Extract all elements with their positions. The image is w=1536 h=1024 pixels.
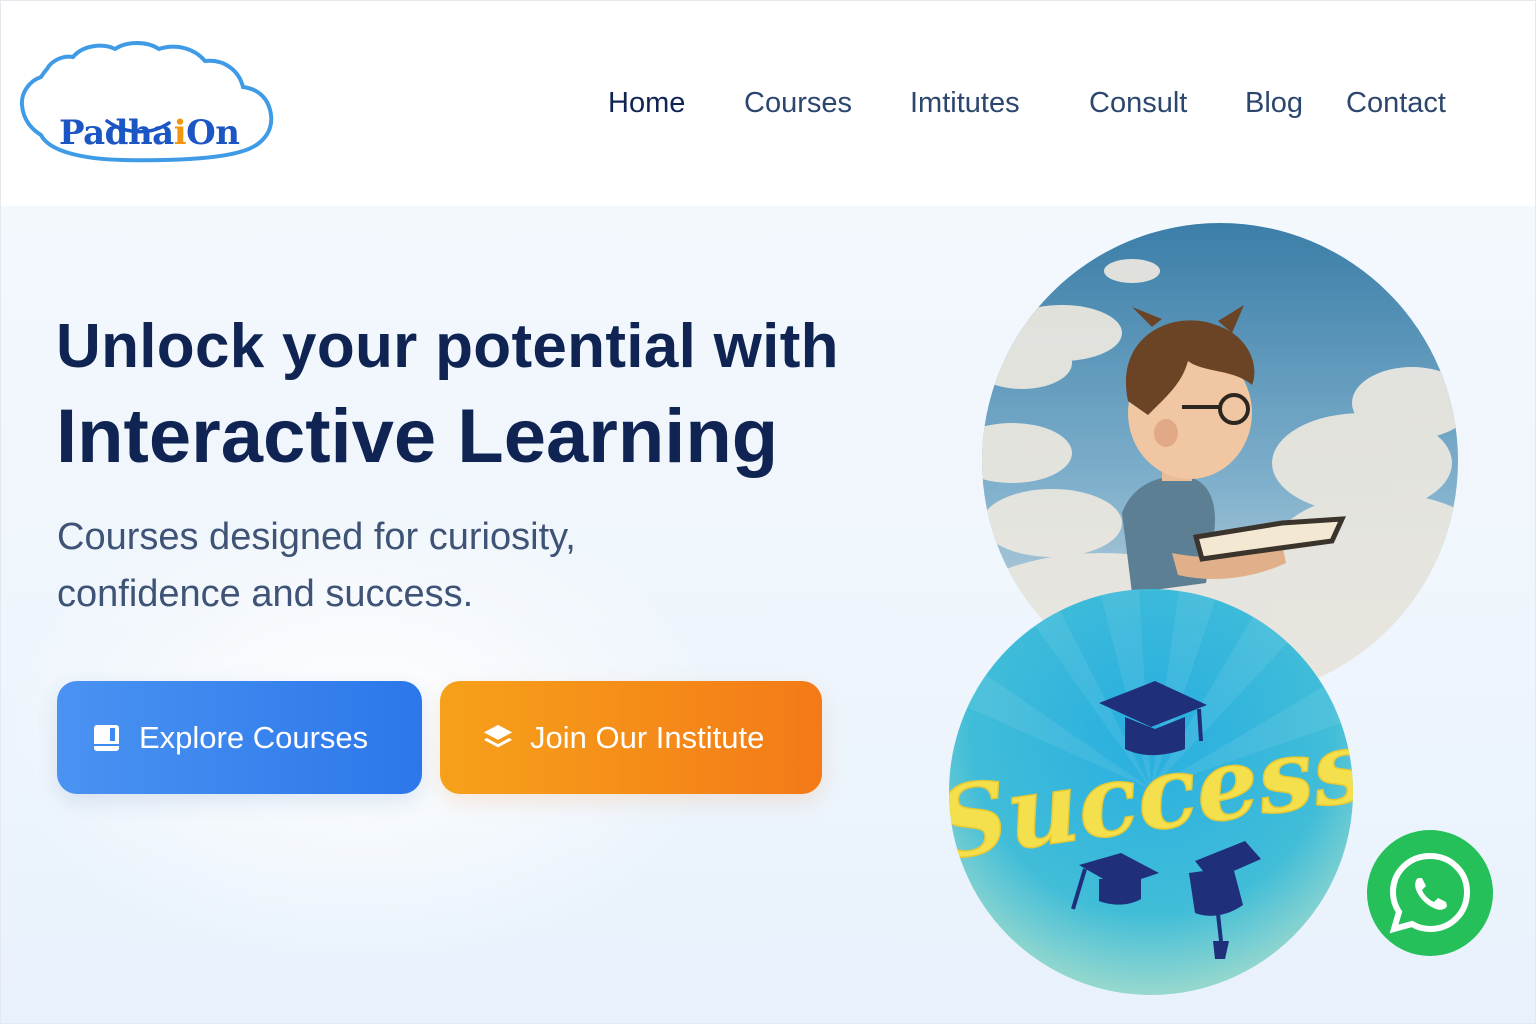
nav-item-consult[interactable]: Consult bbox=[1089, 87, 1187, 120]
explore-courses-button[interactable]: Explore Courses bbox=[57, 681, 422, 794]
join-institute-label: Join Our Institute bbox=[530, 719, 765, 755]
main-nav: Home Courses Imtitutes Consult Blog Cont… bbox=[1, 87, 1535, 127]
nav-item-home[interactable]: Home bbox=[608, 87, 685, 120]
layers-icon bbox=[483, 724, 513, 747]
whatsapp-icon[interactable] bbox=[1366, 828, 1494, 958]
page: PadhaiOn Home Courses Imtitutes Consult … bbox=[0, 0, 1536, 1024]
hero-headline-line1: Unlock your potential with bbox=[56, 312, 839, 381]
nav-item-blog[interactable]: Blog bbox=[1245, 87, 1303, 120]
nav-item-contact[interactable]: Contact bbox=[1346, 87, 1446, 120]
hero-subtitle: Courses designed for curiosity, confiden… bbox=[57, 509, 576, 623]
hero-subtitle-line2: confidence and success. bbox=[57, 573, 474, 615]
success-badge: Success bbox=[949, 589, 1353, 995]
nav-item-institutes[interactable]: Imtitutes bbox=[910, 87, 1020, 120]
hero-subtitle-line1: Courses designed for curiosity, bbox=[57, 516, 576, 558]
explore-courses-label: Explore Courses bbox=[139, 719, 369, 755]
join-institute-button[interactable]: Join Our Institute bbox=[440, 681, 822, 794]
hero-headline-line2: Interactive Learning bbox=[56, 394, 779, 479]
nav-item-courses[interactable]: Courses bbox=[744, 87, 852, 120]
book-icon bbox=[94, 724, 119, 751]
